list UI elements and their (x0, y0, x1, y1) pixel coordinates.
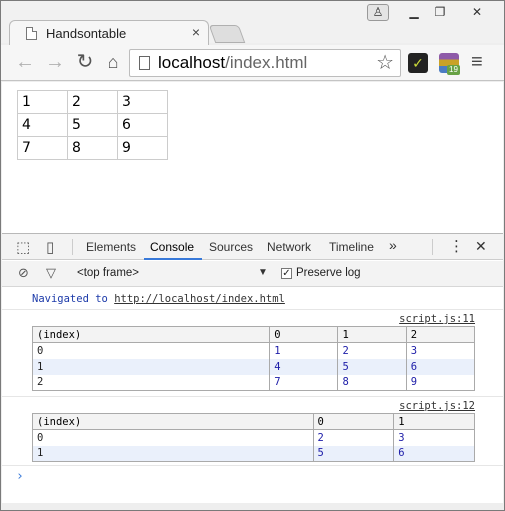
grid-cell[interactable]: 2 (67, 90, 118, 114)
table-cell: 4 (269, 358, 339, 375)
device-mode-icon[interactable]: ▯ (46, 238, 54, 256)
table-header[interactable]: (index) (32, 413, 314, 430)
table-cell: 1 (269, 342, 339, 359)
table-header[interactable]: (index) (31, 326, 271, 343)
table-cell: 3 (393, 429, 475, 446)
handsontable-grid[interactable]: 123456789 (17, 90, 168, 160)
table-cell: 1 (31, 358, 271, 375)
navigation-message: Navigated to http://localhost/index.html (32, 293, 285, 305)
tab-handsontable[interactable]: Handsontable × (9, 20, 209, 46)
source-link[interactable]: script.js:12 (399, 400, 475, 412)
inspect-element-icon[interactable]: ⬚ (16, 238, 30, 256)
grid-cell[interactable]: 7 (17, 136, 68, 160)
table-row: 156 (32, 445, 475, 462)
title-bar: Handsontable × ♙ ▁ ❐ ✕ (1, 1, 504, 46)
table-cell: 6 (405, 358, 476, 375)
table-cell: 0 (32, 429, 314, 446)
table-cell: 2 (337, 342, 407, 359)
grid-cell[interactable]: 9 (117, 136, 168, 160)
close-window-button[interactable]: ✕ (453, 3, 501, 23)
extension-icon[interactable]: 19 (439, 53, 460, 75)
grid-row: 789 (17, 136, 168, 160)
bookmark-star-icon[interactable]: ☆ (376, 50, 394, 76)
browser-window: Handsontable × ♙ ▁ ❐ ✕ ← → ↻ ⌂ localhost… (0, 0, 505, 511)
page-icon (26, 27, 37, 40)
page-info-icon[interactable] (139, 56, 150, 70)
table-cell: 2 (312, 429, 395, 446)
home-icon[interactable]: ⌂ (101, 50, 125, 74)
tab-console[interactable]: Console (150, 240, 194, 254)
table-row: 0123 (31, 342, 476, 359)
console-table: (index) 0 1 2 0 1 2 3 1 4 5 6 2 7 8 9 (31, 326, 476, 391)
preserve-log-checkbox[interactable]: ✓ (281, 268, 292, 279)
grid-row: 456 (17, 113, 168, 137)
user-profile-icon[interactable]: ♙ (367, 4, 389, 21)
devtools-tab-bar: ⬚ ▯ Elements Console Sources Network Tim… (2, 234, 503, 260)
grid-cell[interactable]: 8 (67, 136, 118, 160)
url-text: localhost/index.html (158, 53, 308, 72)
devtools-menu-icon[interactable]: ⋮ (449, 237, 464, 255)
back-arrow-icon[interactable]: ← (13, 50, 37, 74)
grid-cell[interactable]: 5 (67, 113, 118, 137)
tab-elements[interactable]: Elements (86, 240, 136, 254)
clear-console-icon[interactable]: ⊘ (18, 265, 29, 281)
table-row: 1456 (31, 358, 476, 375)
table-cell: 3 (405, 342, 476, 359)
more-tabs-icon[interactable]: » (389, 237, 397, 253)
page-content: 123456789 (2, 82, 503, 233)
tab-sources[interactable]: Sources (209, 240, 253, 254)
chrome-menu-icon[interactable]: ≡ (471, 51, 483, 74)
table-cell: 5 (337, 358, 407, 375)
address-bar[interactable]: localhost/index.html ☆ (129, 49, 401, 77)
grid-row: 123 (17, 90, 168, 114)
table-row: 2789 (31, 374, 476, 391)
grid-cell[interactable]: 6 (117, 113, 168, 137)
tab-network[interactable]: Network (267, 240, 311, 254)
table-header[interactable]: 1 (393, 413, 475, 430)
table-header[interactable]: 1 (337, 326, 407, 343)
extension-check-icon[interactable]: ✓ (408, 53, 428, 73)
table-cell: 7 (269, 374, 339, 391)
active-tab-indicator (144, 258, 202, 260)
table-cell: 6 (393, 445, 475, 462)
new-tab-button[interactable] (208, 25, 246, 43)
devtools-close-icon[interactable]: ✕ (475, 238, 487, 255)
table-cell: 0 (31, 342, 271, 359)
table-cell: 1 (32, 445, 314, 462)
source-link[interactable]: script.js:11 (399, 313, 475, 325)
browser-toolbar: ← → ↻ ⌂ localhost/index.html ☆ ✓ 19 ≡ (1, 45, 504, 81)
reload-icon[interactable]: ↻ (73, 50, 97, 74)
table-header[interactable]: 2 (405, 326, 476, 343)
table-row: 023 (32, 429, 475, 446)
console-prompt[interactable]: › (16, 469, 24, 484)
filter-icon[interactable]: ▽ (46, 265, 56, 281)
table-header[interactable]: 0 (312, 413, 395, 430)
grid-cell[interactable]: 4 (17, 113, 68, 137)
tab-close-icon[interactable]: × (192, 24, 200, 40)
maximize-button[interactable]: ❐ (427, 3, 453, 23)
grid-cell[interactable]: 1 (17, 90, 68, 114)
grid-cell[interactable]: 3 (117, 90, 168, 114)
table-cell: 9 (405, 374, 476, 391)
console-table: (index) 0 1 0 2 3 1 5 6 (32, 413, 475, 462)
table-cell: 2 (31, 374, 271, 391)
tab-timeline[interactable]: Timeline (329, 240, 374, 254)
frame-selector[interactable]: <top frame> (77, 267, 139, 279)
devtools-panel: ⬚ ▯ Elements Console Sources Network Tim… (2, 233, 503, 503)
nav-url-link[interactable]: http://localhost/index.html (114, 293, 285, 305)
table-cell: 5 (312, 445, 395, 462)
console-toolbar: ⊘ ▽ <top frame> ▼ ✓ Preserve log (2, 261, 503, 287)
frame-dropdown-icon[interactable]: ▼ (258, 267, 268, 278)
table-header[interactable]: 0 (269, 326, 339, 343)
table-cell: 8 (337, 374, 407, 391)
forward-arrow-icon[interactable]: → (43, 50, 67, 74)
tab-title: Handsontable (46, 26, 127, 41)
minimize-button[interactable]: ▁ (401, 3, 427, 23)
console-output: Navigated to http://localhost/index.html… (2, 288, 503, 502)
preserve-log-label: Preserve log (296, 267, 361, 279)
